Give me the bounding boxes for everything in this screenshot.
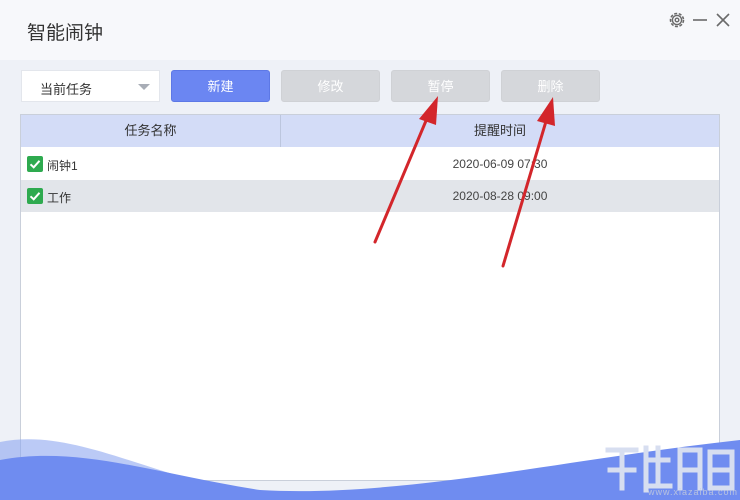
checkmark-icon (29, 160, 41, 169)
reminder-time-cell: 2020-08-28 09:00 (452, 189, 548, 203)
chevron-down-icon (138, 84, 150, 90)
table-header: 任务名称 提醒时间 (21, 115, 719, 147)
delete-button[interactable]: 删除 (501, 70, 600, 102)
task-name-cell: 工作 (47, 191, 72, 205)
watermark-url: www.xiazaiba.com (648, 487, 739, 497)
close-icon[interactable] (713, 10, 733, 30)
table-row[interactable]: 闹钟1 2020-06-09 07:30 (21, 148, 719, 180)
row-checkbox[interactable] (27, 188, 43, 204)
task-name-cell: 闹钟1 (47, 159, 78, 173)
task-filter-select[interactable]: 当前任务 (21, 70, 160, 102)
toolbar: 当前任务 新建 修改 暂停 删除 (0, 60, 740, 112)
minimize-icon[interactable] (690, 10, 710, 30)
edit-button[interactable]: 修改 (281, 70, 380, 102)
task-filter-value: 当前任务 (40, 82, 93, 97)
pause-button[interactable]: 暂停 (391, 70, 490, 102)
reminder-time-cell: 2020-06-09 07:30 (452, 157, 548, 171)
settings-gear-icon[interactable] (667, 10, 687, 30)
title-bar: 智能闹钟 (0, 0, 740, 60)
new-button[interactable]: 新建 (171, 70, 270, 102)
app-title: 智能闹钟 (27, 23, 104, 44)
table-row[interactable]: 工作 2020-08-28 09:00 (21, 180, 719, 212)
checkmark-icon (29, 192, 41, 201)
row-checkbox[interactable] (27, 156, 43, 172)
column-header-reminder-time[interactable]: 提醒时间 (281, 115, 719, 147)
column-header-task-name[interactable]: 任务名称 (21, 115, 281, 147)
